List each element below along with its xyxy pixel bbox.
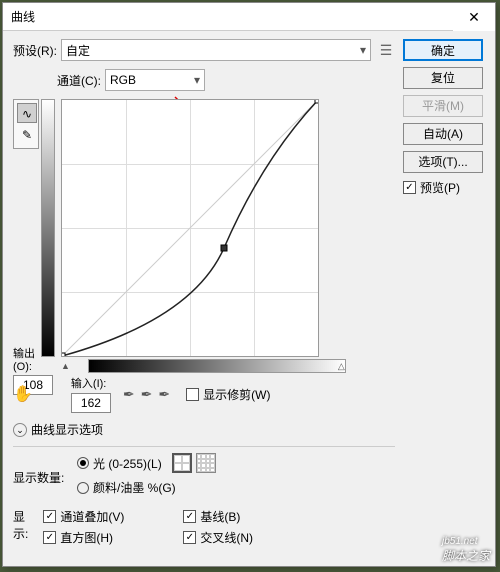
- ok-button[interactable]: 确定: [403, 39, 483, 61]
- overlay-checkbox[interactable]: [43, 510, 56, 523]
- hand-tool-icon[interactable]: ✋: [13, 384, 33, 404]
- intersection-label: 交叉线(N): [200, 529, 253, 546]
- light-radio[interactable]: [77, 457, 89, 469]
- white-eyedropper-icon[interactable]: ✒: [158, 386, 170, 403]
- output-label: 输出(O):: [13, 345, 41, 373]
- preset-value: 自定: [66, 42, 90, 59]
- disclosure-toggle[interactable]: ⌄: [13, 423, 27, 437]
- smooth-button: 平滑(M): [403, 95, 483, 117]
- channel-value: RGB: [110, 73, 136, 87]
- preview-label: 预览(P): [420, 179, 460, 196]
- watermark: jb51.net 脚本之家: [442, 536, 490, 564]
- vertical-gradient: [41, 99, 55, 357]
- horizontal-gradient: [88, 359, 346, 373]
- preset-dropdown[interactable]: 自定: [61, 39, 371, 61]
- white-point-slider[interactable]: △: [338, 361, 345, 372]
- gray-eyedropper-icon[interactable]: ✒: [141, 386, 153, 403]
- grid-10-icon[interactable]: [196, 453, 216, 473]
- preset-menu-icon[interactable]: ☰: [377, 41, 395, 59]
- disclosure-label: 曲线显示选项: [31, 421, 103, 438]
- light-radio-label: 光 (0-255)(L): [93, 455, 162, 472]
- pigment-radio-label: 颜料/油墨 %(G): [93, 479, 176, 496]
- channel-dropdown[interactable]: RGB: [105, 69, 205, 91]
- show-clipping-label: 显示修剪(W): [203, 386, 270, 403]
- input-input[interactable]: 162: [71, 393, 111, 413]
- show-amount-label: 显示数量:: [13, 469, 73, 486]
- curve-tool-box: ∿ ✎: [13, 99, 39, 149]
- close-button[interactable]: ✕: [453, 3, 495, 31]
- pigment-radio[interactable]: [77, 482, 89, 494]
- curve-pencil-tool[interactable]: ✎: [17, 125, 37, 145]
- options-button[interactable]: 选项(T)...: [403, 151, 483, 173]
- overlay-label: 通道叠加(V): [60, 508, 124, 525]
- show-clipping-checkbox[interactable]: [186, 388, 199, 401]
- dialog-title: 曲线: [11, 8, 35, 25]
- curve-point-tool[interactable]: ∿: [17, 103, 37, 123]
- cancel-button[interactable]: 复位: [403, 67, 483, 89]
- baseline-label: 基线(B): [200, 508, 240, 525]
- black-eyedropper-icon[interactable]: ✒: [123, 386, 135, 403]
- channel-label: 通道(C):: [57, 72, 101, 89]
- auto-button[interactable]: 自动(A): [403, 123, 483, 145]
- preview-checkbox[interactable]: [403, 181, 416, 194]
- preset-label: 预设(R):: [13, 42, 57, 59]
- input-label: 输入(I):: [71, 375, 111, 391]
- titlebar: 曲线 ✕: [3, 3, 495, 31]
- show-label: 显示:: [13, 508, 39, 542]
- histogram-label: 直方图(H): [60, 529, 113, 546]
- histogram-checkbox[interactable]: [43, 531, 56, 544]
- intersection-checkbox[interactable]: [183, 531, 196, 544]
- black-point-slider[interactable]: ▲: [61, 361, 70, 371]
- grid-4-icon[interactable]: [172, 453, 192, 473]
- baseline-checkbox[interactable]: [183, 510, 196, 523]
- curve-grid[interactable]: [61, 99, 319, 357]
- curve-plot: [62, 100, 318, 356]
- separator: [13, 446, 395, 447]
